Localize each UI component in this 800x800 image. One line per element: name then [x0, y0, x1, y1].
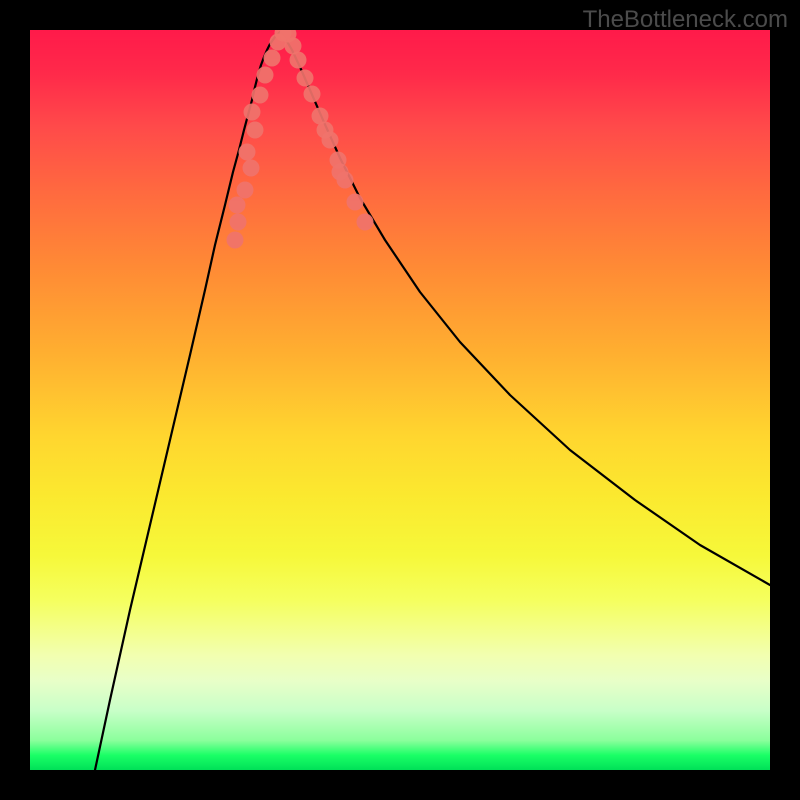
data-point [244, 104, 261, 121]
data-point [230, 214, 247, 231]
curve-right-branch [280, 32, 770, 585]
data-point [332, 164, 349, 181]
data-point [304, 86, 321, 103]
data-point [297, 70, 314, 87]
data-point [264, 50, 281, 67]
data-point [239, 144, 256, 161]
data-point [290, 52, 307, 69]
data-point [252, 87, 269, 104]
curve-layer [30, 30, 770, 770]
data-point [357, 214, 374, 231]
data-point [247, 122, 264, 139]
data-point [229, 197, 246, 214]
data-point [257, 67, 274, 84]
data-point [317, 122, 334, 139]
data-point [237, 182, 254, 199]
data-point [347, 194, 364, 211]
chart-frame: TheBottleneck.com [0, 0, 800, 800]
data-point [243, 160, 260, 177]
data-point [227, 232, 244, 249]
plot-area [30, 30, 770, 770]
curve-left-branch [95, 32, 280, 770]
